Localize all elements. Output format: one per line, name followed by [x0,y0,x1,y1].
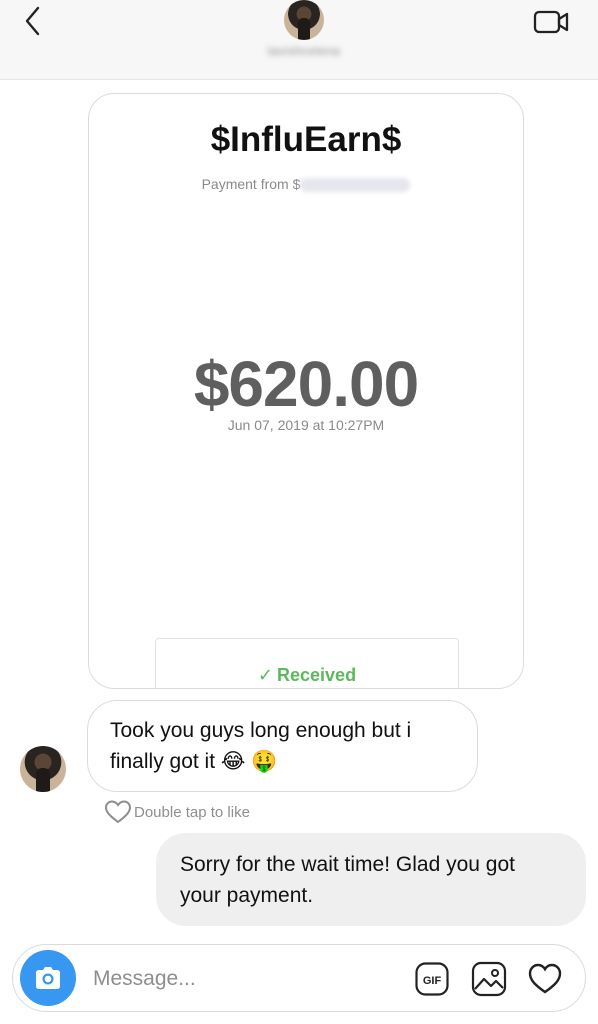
camera-icon [36,967,60,989]
back-button[interactable] [18,4,50,38]
payment-card[interactable]: $InfluEarn$ Payment from $ $620.00 Jun 0… [88,93,524,689]
payment-brand: $InfluEarn$ [210,120,402,159]
payment-from-label: Payment from $ [201,176,301,192]
chevron-left-icon [25,6,40,36]
gif-icon: GIF [415,962,449,996]
heart-button[interactable] [527,961,563,997]
double-tap-like-hint[interactable]: Double tap to like [104,799,250,825]
payment-status: ✓ Received [156,665,458,686]
message-text-line: Sorry for the wait time! Glad you got [180,853,515,876]
video-camera-icon [533,10,569,34]
payment-status-box: ✓ Received [155,638,459,688]
payment-status-label: Received [277,665,357,685]
like-hint-label: Double tap to like [134,803,250,821]
message-text-line: finally got it [110,750,216,773]
incoming-message-bubble[interactable]: Took you guys long enough but i finally … [87,700,478,792]
payment-sender-redacted [300,178,411,193]
photo-icon [471,961,507,997]
heart-outline-icon [104,800,132,824]
camera-button[interactable] [20,950,76,1006]
message-text-line-2: finally got it 😂 🤑 [110,746,455,777]
payment-from: Payment from $ [89,176,523,193]
sender-avatar[interactable] [20,746,66,792]
header-avatar[interactable] [284,0,324,40]
video-call-button[interactable] [530,4,572,38]
chat-header: tavishcelena [0,0,598,80]
gif-icon-label: GIF [423,975,442,987]
message-text-line: Took you guys long enough but i [110,719,412,742]
payment-amount: $620.00 [193,348,419,420]
header-username[interactable]: tavishcelena [248,44,360,62]
photo-button[interactable] [471,961,507,997]
heart-icon [528,963,562,994]
message-text-line: your payment. [180,884,314,907]
message-composer: GIF [12,944,586,1012]
emoji-laugh-money-icon: 😂 🤑 [220,750,278,773]
outgoing-message-bubble[interactable]: Sorry for the wait time! Glad you got yo… [156,833,586,926]
checkmark-icon: ✓ [257,665,274,685]
message-input[interactable] [93,959,393,999]
payment-date: Jun 07, 2019 at 10:27PM [227,417,385,433]
gif-button[interactable]: GIF [415,962,449,996]
